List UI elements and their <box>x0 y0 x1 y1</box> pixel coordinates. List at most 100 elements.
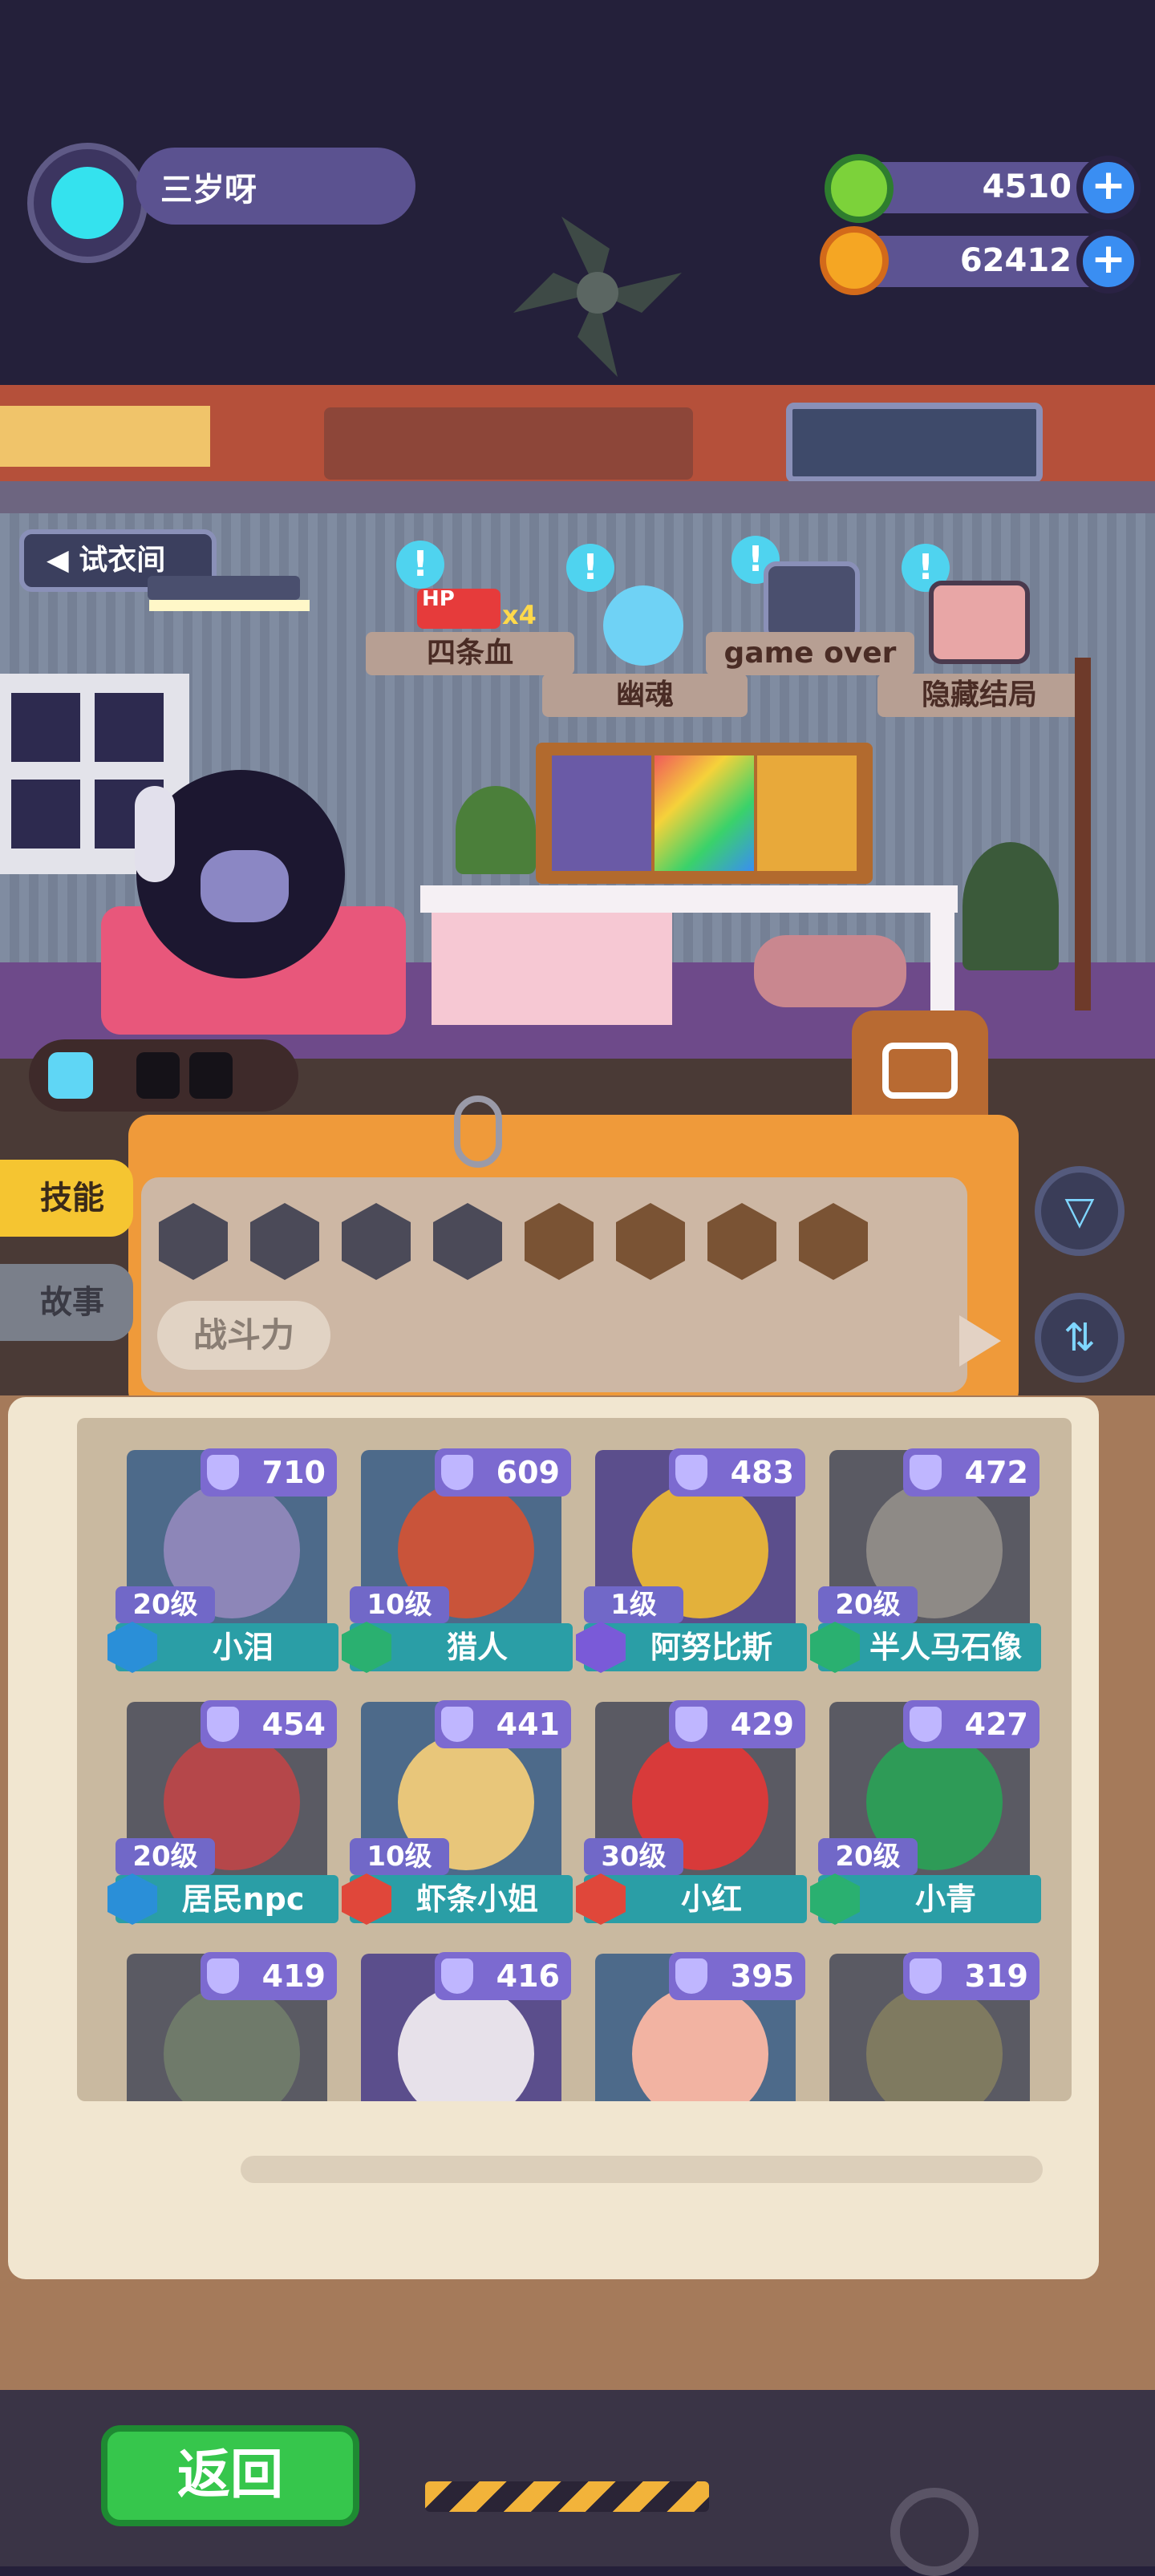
character-card[interactable]: 472 20级 半人马石像 <box>810 1434 1041 1675</box>
shelf-drawer <box>0 406 210 467</box>
character-card[interactable]: 395 <box>579 1938 807 2101</box>
ending-four-hearts[interactable]: 四条血 <box>366 632 574 675</box>
cat-avatar-icon <box>51 167 124 239</box>
character-card[interactable]: 427 20级 小青 <box>810 1686 1041 1926</box>
fist-icon <box>675 1707 707 1742</box>
frame-slot-locked <box>654 755 754 871</box>
alert-icon: ! <box>566 544 614 592</box>
sort-order-button[interactable]: ⇅ <box>1035 1293 1125 1383</box>
ghost-poster <box>786 403 1043 483</box>
ending-hidden[interactable]: 隐藏结局 <box>877 674 1081 717</box>
power-badge: 427 <box>903 1700 1040 1748</box>
power-badge: 395 <box>669 1952 805 2000</box>
pink-drawer <box>432 913 672 1025</box>
ghost-skull-icon <box>603 585 683 666</box>
character-card[interactable]: 441 10级 虾条小姐 <box>342 1686 573 1926</box>
power-value: 609 <box>496 1455 560 1490</box>
player-avatar[interactable] <box>27 143 148 263</box>
power-badge: 419 <box>201 1952 337 2000</box>
tab-skill[interactable]: 技能 <box>0 1160 133 1237</box>
swap-icon: ⇅ <box>1063 1315 1096 1360</box>
fist-icon <box>675 1958 707 1994</box>
level-badge: 20级 <box>116 1838 215 1875</box>
window-pane <box>11 693 80 762</box>
character-card[interactable]: 416 <box>345 1938 573 2101</box>
window-pane <box>11 780 80 849</box>
cards-icon <box>882 1043 958 1099</box>
hp-battery-icon: HP <box>417 589 500 629</box>
power-badge: 429 <box>669 1700 805 1748</box>
fist-icon <box>910 1455 942 1490</box>
character-card[interactable]: 429 30级 小红 <box>576 1686 807 1926</box>
fist-icon <box>910 1958 942 1994</box>
funnel-icon: ▽ <box>1064 1189 1095 1233</box>
gear-icon <box>890 2488 979 2576</box>
coat-rack <box>1075 658 1091 1011</box>
window-pane <box>95 693 164 762</box>
hp-count: x4 <box>502 600 537 630</box>
power-value: 710 <box>261 1455 326 1490</box>
character-horn <box>135 786 175 882</box>
fist-icon <box>441 1455 473 1490</box>
power-value: 472 <box>964 1455 1028 1490</box>
fist-icon <box>207 1958 239 1994</box>
level-badge: 20级 <box>818 1586 918 1623</box>
character-face <box>201 850 289 922</box>
fist-icon <box>675 1455 707 1490</box>
scroll-right-icon[interactable] <box>959 1315 1001 1367</box>
power-badge: 472 <box>903 1448 1040 1497</box>
add-gold-currency-button[interactable]: + <box>1076 229 1141 294</box>
plush-toys <box>754 935 906 1007</box>
power-badge: 416 <box>435 1952 571 2000</box>
potted-plant <box>962 842 1059 970</box>
page-footer-text <box>241 2156 1043 2183</box>
ending-ghost[interactable]: 幽魂 <box>542 674 748 717</box>
back-arrow-icon: ◀ <box>47 544 79 577</box>
table-leg <box>930 913 954 1025</box>
trophy-frame[interactable] <box>536 743 873 884</box>
power-badge: 710 <box>201 1448 337 1497</box>
gold-currency-value: 62412 <box>959 242 1072 279</box>
hp-label: HP <box>422 587 455 611</box>
lightning-icon <box>48 1052 93 1099</box>
tab-story[interactable]: 故事 <box>0 1264 133 1341</box>
level-badge: 10级 <box>350 1586 449 1623</box>
power-value: 441 <box>496 1707 560 1742</box>
fitting-room-label: 试衣间 <box>79 544 166 577</box>
level-badge: 20级 <box>818 1838 918 1875</box>
ending-game-over[interactable]: game over <box>706 632 914 675</box>
character-card[interactable]: 710 20级 小泪 <box>107 1434 338 1675</box>
character-card[interactable]: 419 <box>111 1938 338 2101</box>
character-card[interactable]: 319 <box>813 1938 1041 2101</box>
lamp-light <box>149 600 310 611</box>
potted-plant <box>456 786 536 874</box>
power-value: 454 <box>261 1707 326 1742</box>
alert-icon: ! <box>396 541 444 589</box>
power-value: 416 <box>496 1958 560 1994</box>
power-badge: 319 <box>903 1952 1040 2000</box>
character-card[interactable]: 609 10级 猎人 <box>342 1434 573 1675</box>
power-badge: 609 <box>435 1448 571 1497</box>
power-badge: 483 <box>669 1448 805 1497</box>
player-name: 三岁呀 <box>160 172 257 209</box>
tv-tombstone-icon <box>764 561 860 642</box>
filter-button[interactable]: ▽ <box>1035 1166 1125 1256</box>
back-button[interactable]: 返回 <box>101 2425 359 2526</box>
white-table <box>420 885 958 913</box>
character-card[interactable]: 483 1级 阿努比斯 <box>576 1434 807 1675</box>
level-badge: 1级 <box>584 1586 683 1623</box>
add-green-currency-button[interactable]: + <box>1076 156 1141 220</box>
level-badge: 10级 <box>350 1838 449 1875</box>
character-card[interactable]: 454 20级 居民npc <box>107 1686 338 1926</box>
desk-fan-icon <box>513 217 682 377</box>
projector-icon <box>148 576 300 600</box>
sort-by-power-button[interactable]: 战斗力 <box>157 1301 330 1370</box>
roster-grid: 710 20级 小泪 609 10级 猎人 483 1级 阿努比斯 472 20级 半人马石像 454 2… <box>77 1418 1072 2101</box>
shelf-ledge <box>0 481 1155 513</box>
power-badge: 454 <box>201 1700 337 1748</box>
power-value: 427 <box>964 1707 1028 1742</box>
tv-hidden-ending-icon <box>929 581 1030 664</box>
paperclip-icon <box>454 1096 502 1168</box>
energy-slot-empty <box>189 1052 233 1099</box>
power-value: 419 <box>261 1958 326 1994</box>
